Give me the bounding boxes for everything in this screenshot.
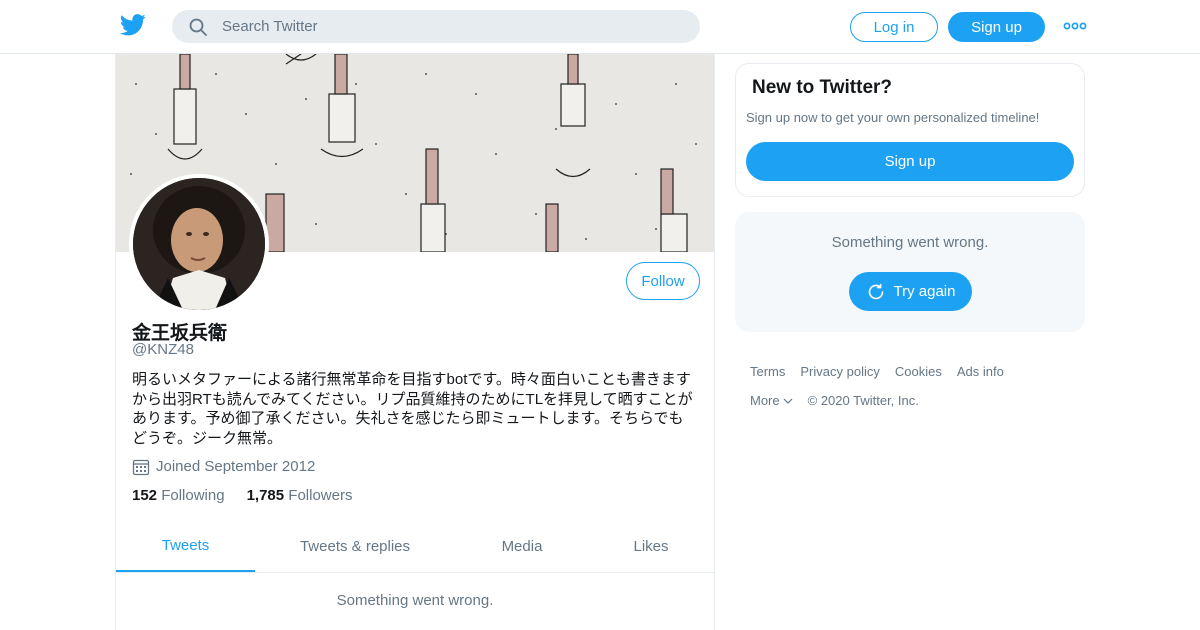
- footer-link-terms[interactable]: Terms: [750, 364, 785, 379]
- footer-link-ads-info[interactable]: Ads info: [957, 364, 1004, 379]
- profile-handle[interactable]: @KNZ48: [132, 341, 194, 358]
- profile-bio: 明るいメタファーによる諸行無常革命を目指すbotです。時々面白いことも書きます …: [132, 370, 702, 448]
- footer-more-link[interactable]: More: [750, 393, 780, 408]
- try-again-button[interactable]: Try again: [849, 272, 972, 311]
- tab-tweets-and-replies[interactable]: Tweets & replies: [276, 520, 434, 572]
- following-count: 152: [132, 487, 158, 504]
- sidebar-error-card: Something went wrong. Try again: [735, 212, 1085, 332]
- footer-row: More © 2020 Twitter, Inc.: [750, 393, 1070, 408]
- followers-stat[interactable]: 1,785 Followers: [247, 487, 353, 504]
- try-again-label: Try again: [893, 283, 956, 300]
- tab-likes[interactable]: Likes: [616, 520, 686, 572]
- followers-count: 1,785: [246, 487, 285, 504]
- profile-column: Follow 金王坂兵衛 @KNZ48 明るいメタファーによる諸行無常革命を目指…: [115, 54, 715, 630]
- footer-links: Terms Privacy policy Cookies Ads info Mo…: [750, 364, 1070, 422]
- new-to-twitter-title: New to Twitter?: [752, 77, 893, 98]
- profile-avatar[interactable]: [129, 174, 269, 314]
- footer-link-privacy[interactable]: Privacy policy: [800, 364, 879, 379]
- bio-line: 明るいメタファーによる諸行無常革命を目指すbotです。時々面白いことも書きます: [132, 371, 691, 388]
- profile-tabs: Tweets Tweets & replies Media Likes: [116, 520, 714, 573]
- top-bar: Log in Sign up: [0, 0, 1200, 54]
- profile-stats: 152 Following 1,785 Followers: [132, 487, 374, 504]
- joined-text: Joined September 2012: [156, 457, 316, 475]
- followers-label: Followers: [288, 487, 353, 504]
- new-to-twitter-card: New to Twitter? Sign up now to get your …: [735, 63, 1085, 197]
- footer-link-cookies[interactable]: Cookies: [895, 364, 942, 379]
- joined-date: Joined September 2012: [132, 456, 315, 476]
- tab-tweets[interactable]: Tweets: [116, 520, 255, 572]
- following-label: Following: [161, 487, 225, 504]
- bio-line: から出羽RTも読んでみてください。リプ品質維持のためにTLを拝見して晒すことが: [132, 390, 693, 408]
- bio-line: どうぞ。ジーク無常。: [132, 429, 283, 447]
- calendar-icon: [132, 459, 150, 476]
- signup-button[interactable]: Sign up: [948, 12, 1045, 42]
- twitter-bird-icon[interactable]: [120, 14, 146, 36]
- search-icon: [189, 18, 207, 36]
- sidebar-signup-button[interactable]: Sign up: [746, 142, 1074, 181]
- search-input[interactable]: [222, 18, 662, 35]
- new-to-twitter-subtitle: Sign up now to get your own personalized…: [746, 110, 1040, 125]
- chevron-down-icon[interactable]: [783, 397, 793, 405]
- follow-button[interactable]: Follow: [626, 262, 700, 300]
- login-button[interactable]: Log in: [850, 12, 938, 42]
- avatar-portrait: [133, 178, 265, 310]
- following-stat[interactable]: 152 Following: [132, 487, 225, 504]
- sidebar-error-message: Something went wrong.: [831, 234, 989, 251]
- more-options-icon[interactable]: [1063, 18, 1087, 34]
- footer-copyright: © 2020 Twitter, Inc.: [807, 393, 919, 408]
- footer-row: Terms Privacy policy Cookies Ads info: [750, 364, 1070, 379]
- refresh-icon: [868, 283, 883, 299]
- timeline-error-message: Something went wrong.: [336, 592, 494, 609]
- bio-line: あります。予め御了承ください。失礼さを感じたら即ミュートします。そちらでも: [132, 410, 684, 427]
- search-bar[interactable]: [172, 10, 700, 43]
- tab-media[interactable]: Media: [476, 520, 568, 572]
